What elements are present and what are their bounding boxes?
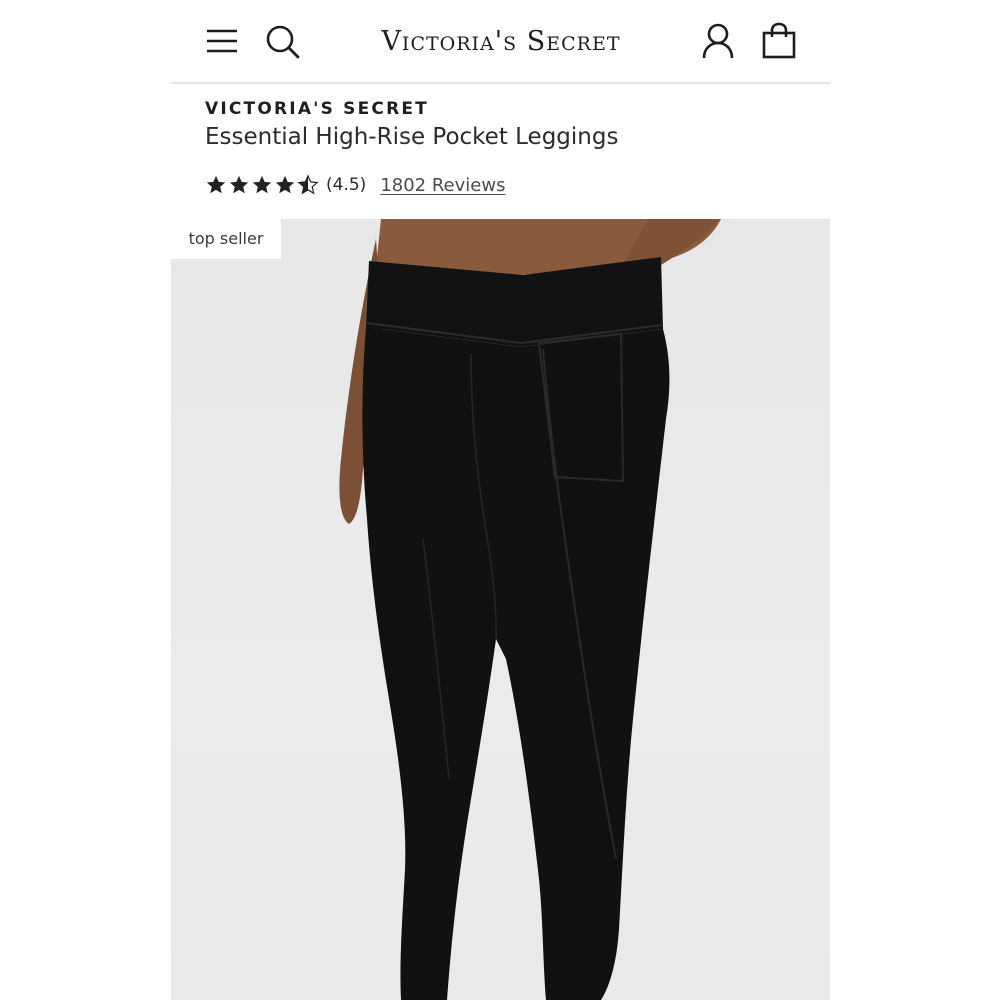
search-button[interactable] <box>265 24 301 60</box>
star-full-icon <box>206 175 226 194</box>
rating-value: (4.5) <box>326 175 367 195</box>
brand-logo[interactable]: Victoria's Secret <box>351 26 651 58</box>
product-title: Essential High-Rise Pocket Leggings <box>205 124 619 150</box>
account-icon <box>702 23 734 59</box>
star-rating <box>205 174 320 196</box>
shopping-bag-icon <box>762 22 796 59</box>
account-button[interactable] <box>701 22 735 60</box>
top-seller-badge: top seller <box>171 219 281 259</box>
product-rating[interactable]: (4.5) 1802 Reviews <box>205 172 505 198</box>
shopping-bag-button[interactable] <box>761 22 797 60</box>
menu-icon <box>207 29 237 53</box>
star-full-icon <box>275 175 295 194</box>
star-half-icon <box>297 174 319 195</box>
search-icon <box>266 25 300 59</box>
reviews-link[interactable]: 1802 Reviews <box>380 175 505 196</box>
leggings-photo <box>339 219 721 1000</box>
star-full-icon <box>229 175 249 194</box>
product-info: VICTORIA'S SECRET Essential High-Rise Po… <box>171 84 830 219</box>
product-image[interactable]: top seller <box>171 219 830 1000</box>
product-page: Victoria's Secret VICTORIA'S SECRET Esse… <box>171 0 830 1000</box>
product-brand: VICTORIA'S SECRET <box>205 99 429 119</box>
star-full-icon <box>252 175 272 194</box>
site-header: Victoria's Secret <box>171 0 830 84</box>
menu-button[interactable] <box>205 26 239 56</box>
